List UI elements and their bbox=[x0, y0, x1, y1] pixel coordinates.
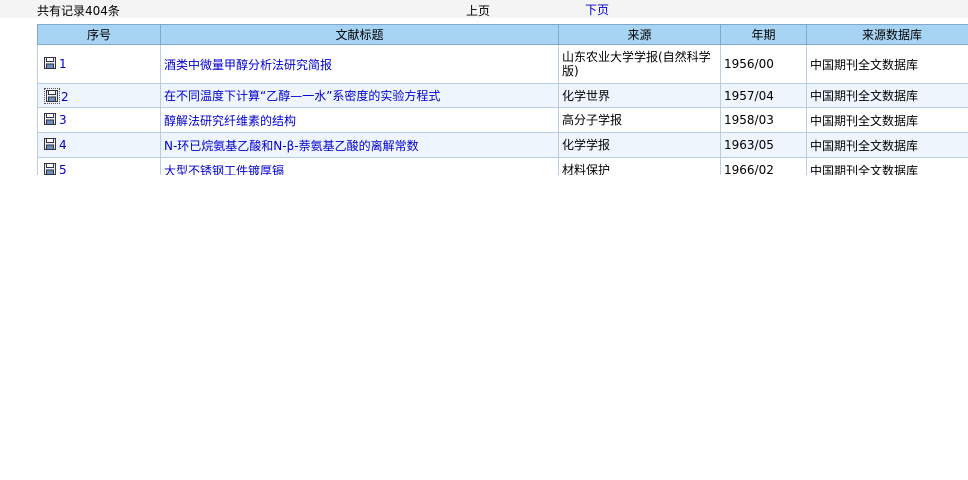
row-source: 材料保护 bbox=[558, 157, 721, 175]
header-title: 文献标题 bbox=[160, 24, 559, 45]
row-database: 中国期刊全文数据库 bbox=[806, 44, 968, 84]
table-row: 1 酒类中微量甲醇分析法研究简报 山东农业大学学报(自然科学版) 1956/00… bbox=[37, 44, 968, 84]
focus-outline bbox=[44, 87, 60, 104]
row-source: 山东农业大学学报(自然科学版) bbox=[558, 44, 721, 84]
row-source: 化学世界 bbox=[558, 83, 721, 108]
row-issue: 1958/03 bbox=[720, 107, 807, 133]
row-issue: 1957/04 bbox=[720, 83, 807, 108]
header-source: 来源 bbox=[558, 24, 721, 45]
save-icon[interactable] bbox=[44, 57, 56, 69]
row-title-link[interactable]: 大型不锈钢工件镀厚镉 bbox=[164, 164, 284, 176]
row-title-cell: 大型不锈钢工件镀厚镉 bbox=[160, 157, 559, 176]
prev-page-label: 上页 bbox=[466, 4, 491, 18]
row-issue: 1956/00 bbox=[720, 44, 807, 84]
row-index-link[interactable]: 1 bbox=[59, 57, 67, 71]
row-index-link[interactable]: 3 bbox=[59, 113, 67, 127]
row-title-cell: N-环已烷氨基乙酸和N-β-萘氨基乙酸的离解常数 bbox=[160, 132, 559, 158]
row-database: 中国期刊全文数据库 bbox=[806, 83, 968, 108]
next-page-link[interactable]: 下页 bbox=[585, 1, 609, 18]
results-table-viewport: 序号 文献标题 来源 年期 来源数据库 1 酒类中微量甲醇分析法研究简报 山东农… bbox=[37, 24, 968, 175]
row-source: 化学学报 bbox=[558, 132, 721, 158]
row-index-link[interactable]: 4 bbox=[59, 138, 67, 152]
row-index-link[interactable]: 2 bbox=[61, 90, 69, 104]
save-icon[interactable] bbox=[46, 89, 58, 102]
row-database: 中国期刊全文数据库 bbox=[806, 157, 968, 175]
header-index: 序号 bbox=[37, 24, 161, 45]
save-icon[interactable] bbox=[44, 163, 56, 175]
row-title-link[interactable]: 在不同温度下计算“乙醇—一水”系密度的实验方程式 bbox=[164, 89, 440, 103]
header-issue: 年期 bbox=[720, 24, 807, 45]
row-title-cell: 在不同温度下计算“乙醇—一水”系密度的实验方程式 bbox=[160, 83, 559, 108]
row-index-cell: 4 bbox=[37, 132, 161, 158]
row-issue: 1966/02 bbox=[720, 157, 807, 175]
save-icon[interactable] bbox=[44, 113, 56, 125]
total-records: 共有记录404条 bbox=[37, 4, 120, 18]
table-row: 4 N-环已烷氨基乙酸和N-β-萘氨基乙酸的离解常数 化学学报 1963/05 … bbox=[37, 132, 968, 158]
row-title-link[interactable]: 酒类中微量甲醇分析法研究简报 bbox=[164, 58, 332, 72]
row-index-cell: 3 bbox=[37, 107, 161, 133]
row-index-cell: 5 bbox=[37, 157, 161, 175]
header-database: 来源数据库 bbox=[806, 24, 968, 45]
table-row: 3 醇解法研究纤维素的结构 高分子学报 1958/03 中国期刊全文数据库 bbox=[37, 107, 968, 133]
row-issue: 1963/05 bbox=[720, 132, 807, 158]
row-index-cell: 1 bbox=[37, 44, 161, 84]
row-index-link[interactable]: 5 bbox=[59, 163, 67, 175]
row-title-cell: 醇解法研究纤维素的结构 bbox=[160, 107, 559, 133]
table-row: 2 在不同温度下计算“乙醇—一水”系密度的实验方程式 化学世界 1957/04 … bbox=[37, 83, 968, 108]
row-index-cell: 2 bbox=[37, 83, 161, 108]
row-title-link[interactable]: 醇解法研究纤维素的结构 bbox=[164, 114, 296, 128]
save-icon[interactable] bbox=[44, 138, 56, 150]
table-row: 5 大型不锈钢工件镀厚镉 材料保护 1966/02 中国期刊全文数据库 bbox=[37, 157, 968, 176]
row-database: 中国期刊全文数据库 bbox=[806, 107, 968, 133]
row-source: 高分子学报 bbox=[558, 107, 721, 133]
row-database: 中国期刊全文数据库 bbox=[806, 132, 968, 158]
row-title-link[interactable]: N-环已烷氨基乙酸和N-β-萘氨基乙酸的离解常数 bbox=[164, 139, 419, 153]
row-title-cell: 酒类中微量甲醇分析法研究简报 bbox=[160, 44, 559, 84]
header-row: 序号 文献标题 来源 年期 来源数据库 bbox=[37, 24, 968, 45]
pager-bar: 共有记录404条 上页 下页 bbox=[0, 0, 968, 18]
results-table: 序号 文献标题 来源 年期 来源数据库 1 酒类中微量甲醇分析法研究简报 山东农… bbox=[37, 24, 968, 175]
